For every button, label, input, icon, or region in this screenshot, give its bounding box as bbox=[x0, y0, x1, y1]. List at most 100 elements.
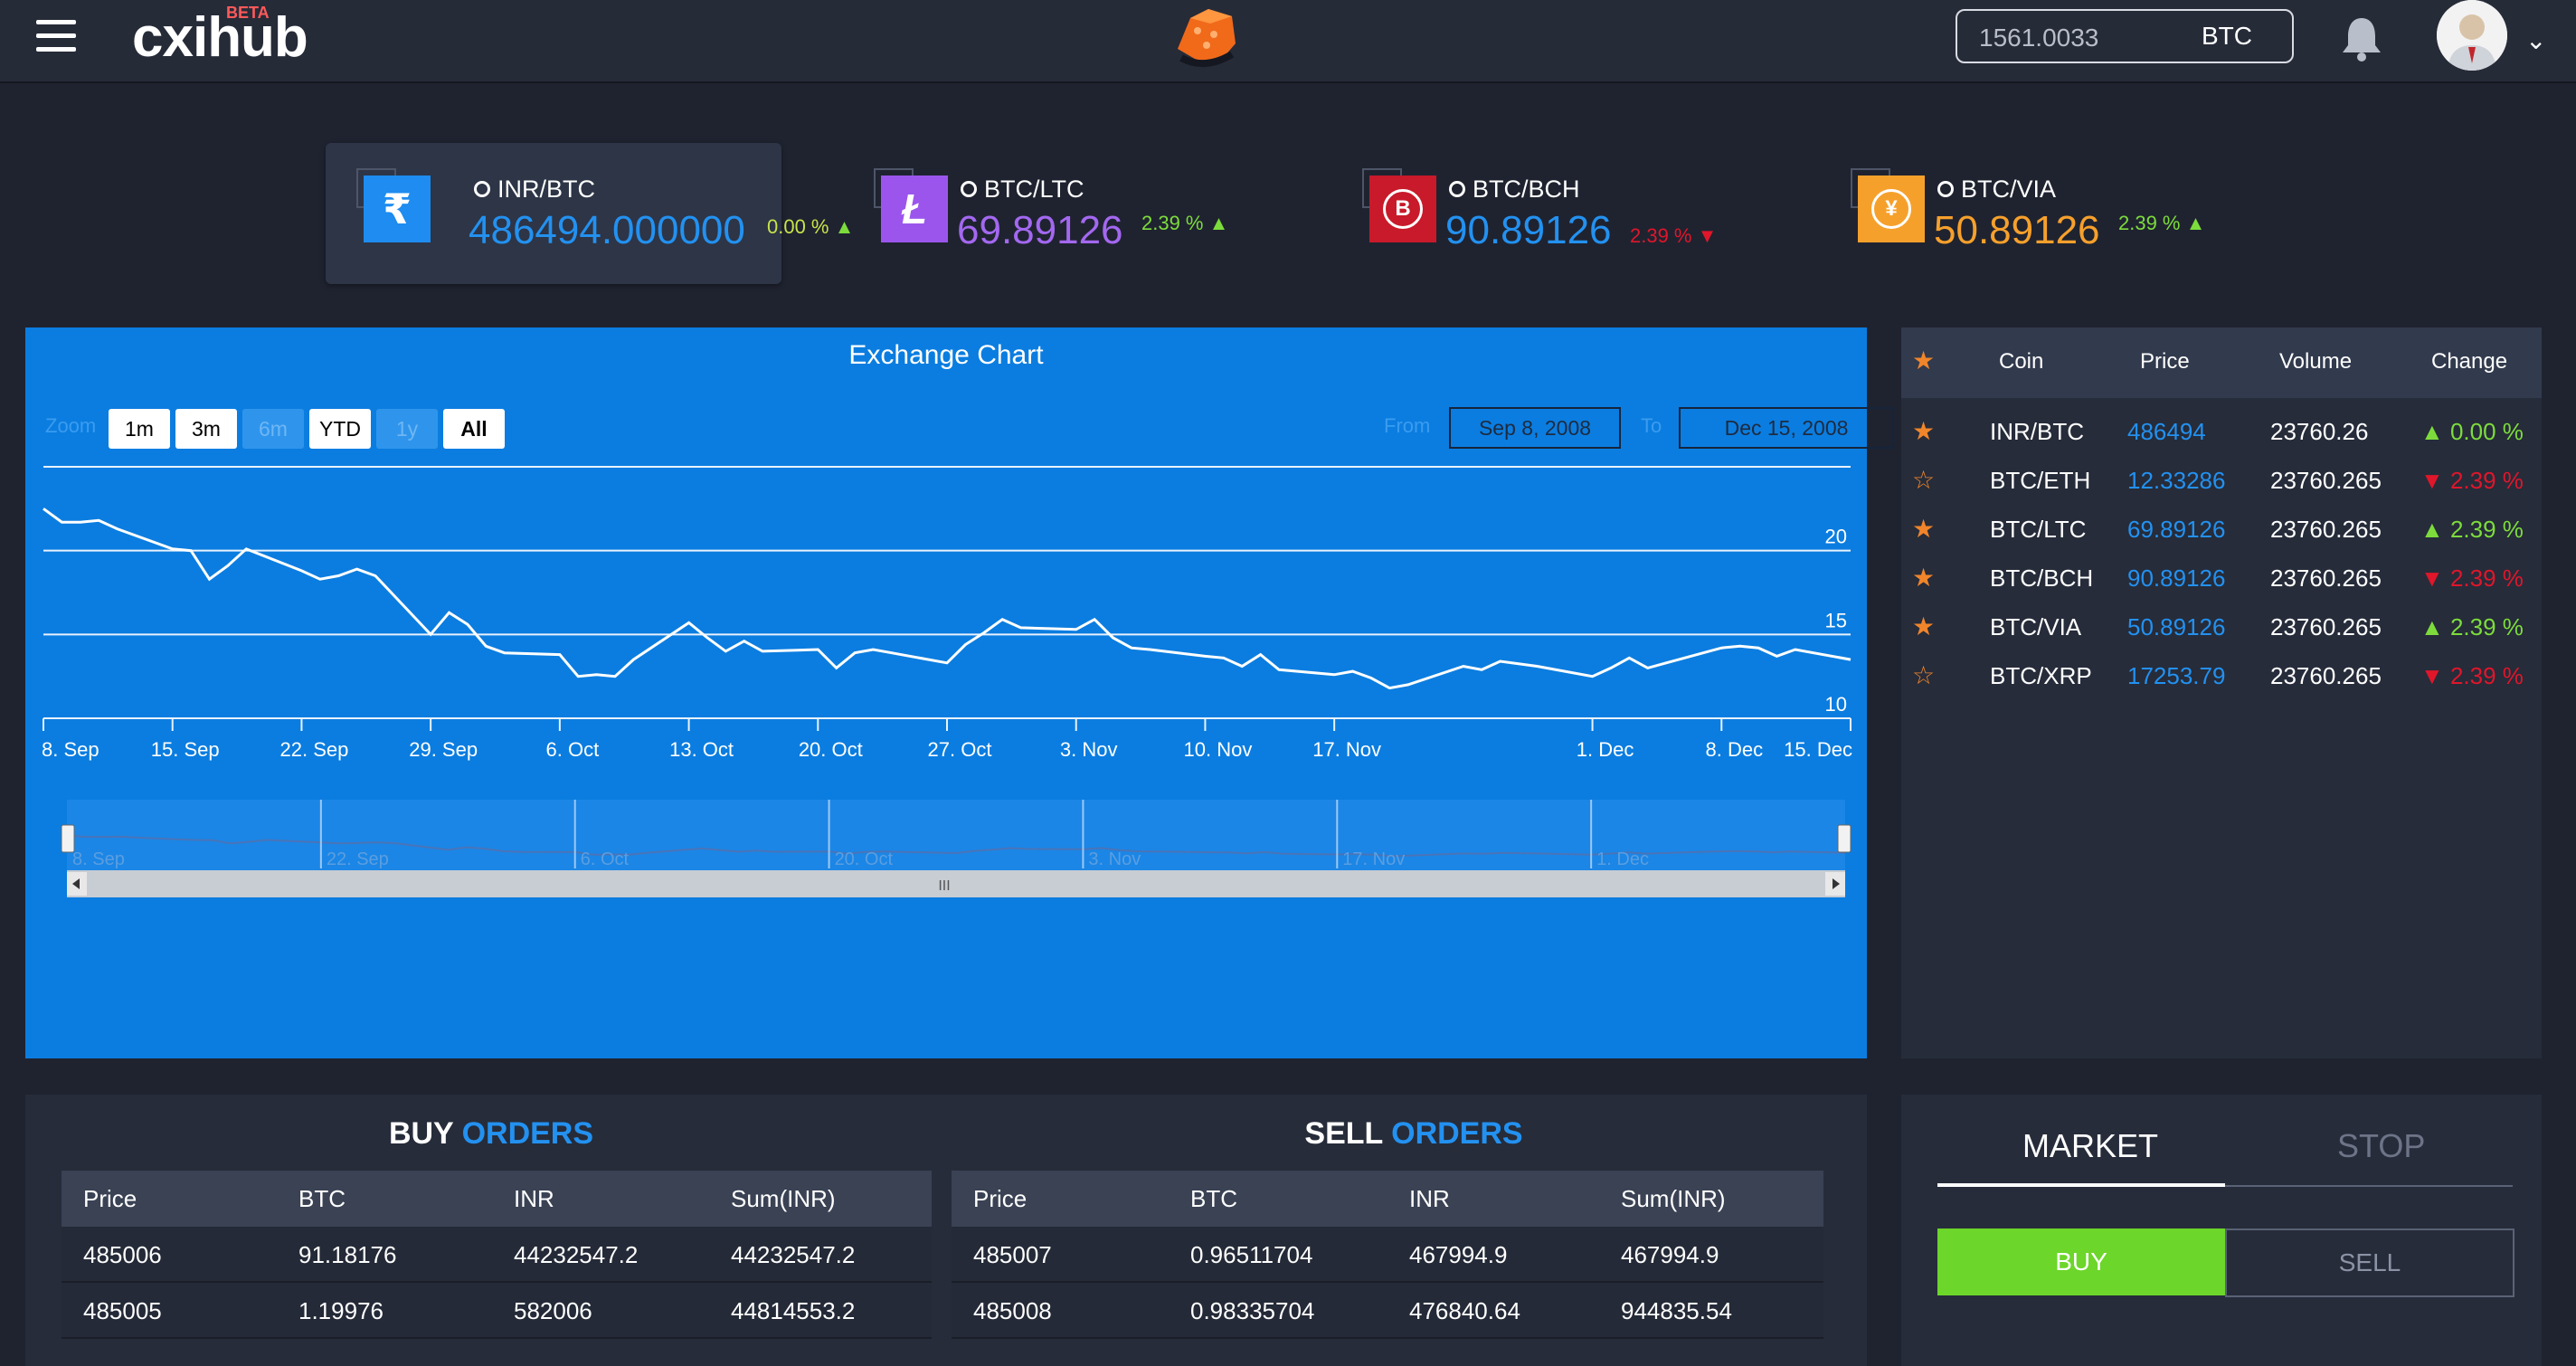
star-filled-icon[interactable]: ★ bbox=[1912, 563, 1935, 593]
chart-title: Exchange Chart bbox=[848, 340, 1044, 370]
table-row[interactable]: ★ INR/BTC 486494 23760.26 ▲ 0.00 % bbox=[1901, 407, 2542, 456]
litecoin-icon: Ł bbox=[874, 168, 948, 242]
y-tick-label: 15 bbox=[1825, 609, 1847, 631]
balance-currency: BTC bbox=[2202, 22, 2252, 50]
from-date-input[interactable]: Sep 8, 2008 bbox=[1449, 407, 1621, 449]
ticker-pair: INR/BTC bbox=[497, 175, 595, 203]
scrollbar-grip[interactable]: III bbox=[938, 878, 950, 894]
navigator-label: 20. Oct bbox=[835, 849, 894, 869]
chevron-down-icon[interactable]: ⌄ bbox=[2525, 25, 2546, 55]
star-icon[interactable]: ★ bbox=[1912, 346, 1935, 375]
table-row[interactable]: 485006 91.18176 44232547.2 44232547.2 bbox=[62, 1227, 932, 1283]
balance-selector[interactable]: 1561.0033 BTC bbox=[1956, 9, 2294, 63]
coin-pair: BTC/XRP bbox=[1990, 662, 2092, 689]
table-row[interactable]: 485008 0.98335704 476840.64 944835.54 bbox=[952, 1283, 1823, 1339]
arrow-up-icon: ▲ bbox=[2185, 212, 2206, 234]
coin-volume: 23760.26 bbox=[2270, 418, 2369, 445]
zoom-1y-button[interactable]: 1y bbox=[376, 409, 438, 449]
star-filled-icon[interactable]: ★ bbox=[1912, 416, 1935, 446]
sell-button[interactable]: SELL bbox=[2225, 1228, 2514, 1297]
buy-orders-title-a: BUY bbox=[388, 1116, 454, 1151]
table-row[interactable]: ☆ BTC/XRP 17253.79 23760.265 ▼ 2.39 % bbox=[1901, 651, 2542, 700]
x-tick-label: 20. Oct bbox=[799, 738, 863, 761]
sell-orders-header: Price BTC INR Sum(INR) bbox=[952, 1171, 1823, 1227]
col-price: Price bbox=[83, 1185, 137, 1212]
table-row[interactable]: ★ BTC/LTC 69.89126 23760.265 ▲ 2.39 % bbox=[1901, 505, 2542, 554]
ticker-btc-bch[interactable]: B BTC/BCH 90.89126 2.39 % ▼ bbox=[1333, 143, 1731, 284]
col-btc: BTC bbox=[1190, 1185, 1237, 1212]
col-price: Price bbox=[973, 1185, 1028, 1212]
col-change[interactable]: Change bbox=[2431, 349, 2507, 375]
col-sum-inr: Sum(INR) bbox=[1621, 1185, 1726, 1212]
x-tick-label: 3. Nov bbox=[1060, 738, 1118, 761]
order-inr: 44232547.2 bbox=[514, 1241, 639, 1268]
order-price: 485007 bbox=[973, 1241, 1052, 1268]
table-row[interactable]: ★ BTC/VIA 50.89126 23760.265 ▲ 2.39 % bbox=[1901, 602, 2542, 651]
table-row[interactable]: 485007 0.96511704 467994.9 467994.9 bbox=[952, 1227, 1823, 1283]
ticker-btc-via[interactable]: ¥ BTC/VIA 50.89126 2.39 % ▲ bbox=[1822, 143, 2220, 284]
zoom-3m-button[interactable]: 3m bbox=[175, 409, 237, 449]
order-btc: 0.96511704 bbox=[1190, 1241, 1313, 1268]
bell-icon[interactable] bbox=[2337, 13, 2386, 63]
zoom-6m-button[interactable]: 6m bbox=[242, 409, 304, 449]
coin-volume: 23760.265 bbox=[2270, 516, 2382, 543]
col-volume[interactable]: Volume bbox=[2279, 349, 2352, 375]
coin-price: 12.33286 bbox=[2127, 467, 2226, 494]
coin-pair: BTC/VIA bbox=[1990, 613, 2082, 640]
app-logo[interactable]: cxihub bbox=[132, 5, 308, 70]
x-tick-label: 22. Sep bbox=[280, 738, 349, 761]
navigator-left-handle[interactable] bbox=[61, 824, 75, 853]
star-outline-icon[interactable]: ☆ bbox=[1912, 465, 1935, 495]
zoom-1m-button[interactable]: 1m bbox=[109, 409, 170, 449]
y-tick-label: 10 bbox=[1825, 693, 1847, 716]
col-sum-inr: Sum(INR) bbox=[731, 1185, 836, 1212]
avatar[interactable] bbox=[2437, 0, 2507, 71]
navigator-right-handle[interactable] bbox=[1837, 824, 1852, 853]
scrollbar-track[interactable] bbox=[67, 870, 1845, 897]
brand-mark-icon bbox=[1178, 9, 1236, 67]
ticker-pair: BTC/BCH bbox=[1473, 175, 1580, 203]
coin-icon bbox=[474, 180, 490, 197]
ticker-inr-btc[interactable]: ₹ INR/BTC 486494.000000 0.00 % ▲ bbox=[326, 143, 854, 284]
star-filled-icon[interactable]: ★ bbox=[1912, 514, 1935, 544]
ticker-price: 486494.000000 bbox=[469, 208, 745, 252]
to-date-input[interactable]: Dec 15, 2008 bbox=[1679, 407, 1894, 449]
orders-panel: BUY ORDERS SELL ORDERS Price BTC INR Sum… bbox=[25, 1095, 1867, 1366]
col-coin[interactable]: Coin bbox=[1999, 349, 2043, 375]
order-sum: 44232547.2 bbox=[731, 1241, 856, 1268]
zoom-all-button[interactable]: All bbox=[443, 409, 505, 449]
star-filled-icon[interactable]: ★ bbox=[1912, 612, 1935, 641]
coin-icon bbox=[961, 180, 977, 197]
buy-orders-title: BUY ORDERS bbox=[62, 1116, 921, 1152]
line-chart[interactable]: 8. Sep 15. Sep 22. Sep 29. Sep 6. Oct 13. Oct… bbox=[25, 454, 1867, 1058]
star-outline-icon[interactable]: ☆ bbox=[1912, 660, 1935, 690]
menu-icon[interactable] bbox=[36, 20, 76, 52]
coin-change: 2.39 % bbox=[2449, 467, 2524, 494]
x-tick-label: 29. Sep bbox=[409, 738, 478, 761]
balance-value: 1561.0033 bbox=[1979, 24, 2099, 52]
table-row[interactable]: ☆ BTC/ETH 12.33286 23760.265 ▼ 2.39 % bbox=[1901, 456, 2542, 505]
ticker-pair: BTC/LTC bbox=[984, 175, 1084, 203]
coin-change: 2.39 % bbox=[2449, 613, 2524, 640]
tab-market[interactable]: MARKET bbox=[2022, 1127, 2158, 1165]
order-btc: 91.18176 bbox=[298, 1241, 397, 1268]
buy-button[interactable]: BUY bbox=[1937, 1228, 2225, 1295]
ticker-btc-ltc[interactable]: Ł BTC/LTC 69.89126 2.39 % ▲ bbox=[845, 143, 1243, 284]
zoom-ytd-button[interactable]: YTD bbox=[309, 409, 371, 449]
x-tick-label: 27. Oct bbox=[928, 738, 992, 761]
coin-price: 69.89126 bbox=[2127, 516, 2226, 543]
table-row[interactable]: ★ BTC/BCH 90.89126 23760.265 ▼ 2.39 % bbox=[1901, 554, 2542, 602]
buy-orders-header: Price BTC INR Sum(INR) bbox=[62, 1171, 932, 1227]
navigator-label: 8. Sep bbox=[72, 849, 125, 869]
col-price[interactable]: Price bbox=[2140, 349, 2190, 375]
order-btc: 0.98335704 bbox=[1190, 1297, 1315, 1324]
zoom-label: Zoom bbox=[45, 414, 97, 437]
order-inr: 467994.9 bbox=[1409, 1241, 1508, 1268]
series-line bbox=[43, 508, 1852, 690]
order-btc: 1.19976 bbox=[298, 1297, 384, 1324]
to-label: To bbox=[1641, 414, 1662, 437]
table-row[interactable]: 485005 1.19976 582006 44814553.2 bbox=[62, 1283, 932, 1339]
coin-icon bbox=[1937, 180, 1954, 197]
tab-stop[interactable]: STOP bbox=[2337, 1127, 2425, 1165]
coin-price: 90.89126 bbox=[2127, 564, 2226, 592]
